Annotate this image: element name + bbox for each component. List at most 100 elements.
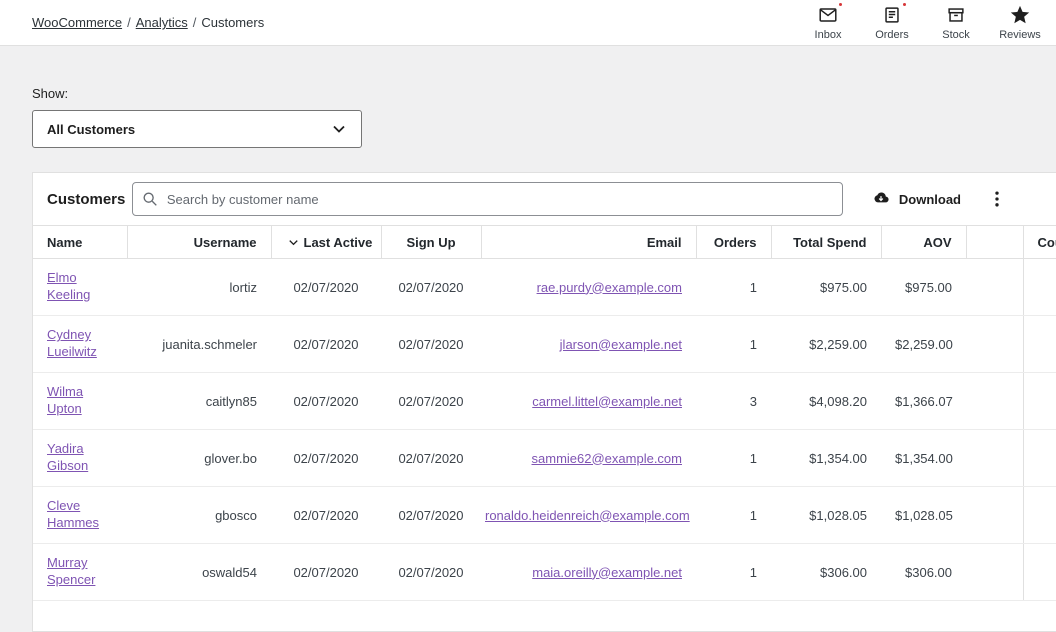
- analytics-customers-page: Show: All Customers Customers Download: [0, 86, 1056, 632]
- activity-panel: Inbox Orders Stock Reviews: [796, 1, 1052, 44]
- username-cell: oswald54: [127, 544, 271, 601]
- breadcrumb: WooCommerce/Analytics/Customers: [32, 15, 264, 30]
- username-cell: juanita.schmeler: [127, 316, 271, 373]
- orders-cell: 3: [696, 373, 771, 430]
- name-cell: Murray Spencer: [33, 544, 127, 601]
- customers-filter-select[interactable]: All Customers: [32, 110, 362, 148]
- last-active-cell: 02/07/2020: [271, 316, 381, 373]
- activity-tab-label: Reviews: [999, 29, 1041, 41]
- sign-up-cell: 02/07/2020: [381, 430, 481, 487]
- email-cell: jlarson@example.net: [481, 316, 696, 373]
- email-cell: carmel.littel@example.net: [481, 373, 696, 430]
- customer-name-link[interactable]: Elmo Keeling: [47, 270, 90, 302]
- column-header-name[interactable]: Name: [33, 226, 127, 259]
- total-spend-cell: $306.00: [771, 544, 881, 601]
- customer-email-link[interactable]: ronaldo.heidenreich@example.com: [485, 508, 690, 523]
- column-header-label: Last Active: [304, 235, 373, 250]
- activity-tab-label: Orders: [875, 29, 909, 41]
- breadcrumb-separator: /: [193, 15, 197, 30]
- sort-descending-icon: [286, 235, 301, 250]
- spacer-cell: [966, 544, 1023, 601]
- last-active-cell: 02/07/2020: [271, 487, 381, 544]
- orders-cell: 1: [696, 544, 771, 601]
- stock-icon: [945, 4, 967, 26]
- name-cell: Wilma Upton: [33, 373, 127, 430]
- customer-email-link[interactable]: maia.oreilly@example.net: [532, 565, 682, 580]
- activity-tab-stock[interactable]: Stock: [924, 1, 988, 44]
- customer-email-link[interactable]: rae.purdy@example.com: [537, 280, 682, 295]
- last-active-cell: 02/07/2020: [271, 544, 381, 601]
- selected-filter-value: All Customers: [47, 122, 135, 137]
- download-label: Download: [899, 192, 961, 207]
- orders-icon: [881, 4, 903, 26]
- customer-row: Yadira Gibson glover.bo 02/07/2020 02/07…: [33, 430, 1056, 487]
- aov-cell: $1,354.00: [881, 430, 966, 487]
- spacer-cell: [966, 259, 1023, 316]
- email-cell: sammie62@example.com: [481, 430, 696, 487]
- customer-row: Cydney Lueilwitz juanita.schmeler 02/07/…: [33, 316, 1056, 373]
- country-cell: [1023, 544, 1056, 601]
- username-cell: gbosco: [127, 487, 271, 544]
- total-spend-cell: $1,354.00: [771, 430, 881, 487]
- customer-row: Wilma Upton caitlyn85 02/07/2020 02/07/2…: [33, 373, 1056, 430]
- customer-name-link[interactable]: Cydney Lueilwitz: [47, 327, 97, 359]
- breadcrumb-link-woocommerce[interactable]: WooCommerce: [32, 15, 122, 30]
- unread-badge: [901, 1, 908, 8]
- spacer-cell: [966, 487, 1023, 544]
- breadcrumb-link-analytics[interactable]: Analytics: [136, 15, 188, 30]
- customer-email-link[interactable]: sammie62@example.com: [532, 451, 682, 466]
- column-header-email[interactable]: Email: [481, 226, 696, 259]
- activity-tab-label: Inbox: [815, 29, 842, 41]
- spacer-cell: [966, 373, 1023, 430]
- name-cell: Cydney Lueilwitz: [33, 316, 127, 373]
- top-header-bar: WooCommerce/Analytics/Customers Inbox Or…: [0, 0, 1056, 46]
- download-button[interactable]: Download: [865, 188, 967, 210]
- customer-email-link[interactable]: jlarson@example.net: [560, 337, 682, 352]
- activity-tab-inbox[interactable]: Inbox: [796, 1, 860, 44]
- chevron-down-icon: [329, 119, 349, 139]
- orders-cell: 1: [696, 487, 771, 544]
- customers-table-body: Elmo Keeling lortiz 02/07/2020 02/07/202…: [33, 259, 1056, 601]
- sign-up-cell: 02/07/2020: [381, 259, 481, 316]
- column-header-country[interactable]: Country: [1023, 226, 1056, 259]
- table-card-header: Customers Download: [33, 173, 1023, 225]
- reviews-icon: [1009, 4, 1031, 26]
- column-header-aov[interactable]: AOV: [881, 226, 966, 259]
- show-filter-label: Show:: [32, 86, 1024, 101]
- customer-row: Murray Spencer oswald54 02/07/2020 02/07…: [33, 544, 1056, 601]
- orders-cell: 1: [696, 430, 771, 487]
- sign-up-cell: 02/07/2020: [381, 316, 481, 373]
- aov-cell: $1,028.05: [881, 487, 966, 544]
- aov-cell: $2,259.00: [881, 316, 966, 373]
- activity-tab-reviews[interactable]: Reviews: [988, 1, 1052, 44]
- spacer-cell: [966, 430, 1023, 487]
- column-header-total-spend[interactable]: Total Spend: [771, 226, 881, 259]
- activity-tab-orders[interactable]: Orders: [860, 1, 924, 44]
- column-header-last-active[interactable]: Last Active: [271, 226, 381, 259]
- orders-cell: 1: [696, 259, 771, 316]
- column-header-sign-up[interactable]: Sign Up: [381, 226, 481, 259]
- inbox-icon: [817, 4, 839, 26]
- country-cell: [1023, 259, 1056, 316]
- column-header-orders[interactable]: Orders: [696, 226, 771, 259]
- customer-name-link[interactable]: Murray Spencer: [47, 555, 95, 587]
- email-cell: maia.oreilly@example.net: [481, 544, 696, 601]
- customer-email-link[interactable]: carmel.littel@example.net: [532, 394, 682, 409]
- customer-row: Cleve Hammes gbosco 02/07/2020 02/07/202…: [33, 487, 1056, 544]
- last-active-cell: 02/07/2020: [271, 259, 381, 316]
- total-spend-cell: $2,259.00: [771, 316, 881, 373]
- country-cell: [1023, 430, 1056, 487]
- customer-name-link[interactable]: Yadira Gibson: [47, 441, 88, 473]
- breadcrumb-separator: /: [127, 15, 131, 30]
- customer-name-link[interactable]: Cleve Hammes: [47, 498, 99, 530]
- activity-tab-label: Stock: [942, 29, 970, 41]
- search-input[interactable]: [132, 182, 843, 216]
- customer-name-link[interactable]: Wilma Upton: [47, 384, 83, 416]
- ellipsis-icon: [987, 189, 1007, 209]
- column-header-username[interactable]: Username: [127, 226, 271, 259]
- card-bottom-spacer: [33, 601, 1056, 631]
- cloud-download-icon: [871, 189, 891, 209]
- aov-cell: $306.00: [881, 544, 966, 601]
- total-spend-cell: $975.00: [771, 259, 881, 316]
- table-menu-button[interactable]: [985, 187, 1009, 211]
